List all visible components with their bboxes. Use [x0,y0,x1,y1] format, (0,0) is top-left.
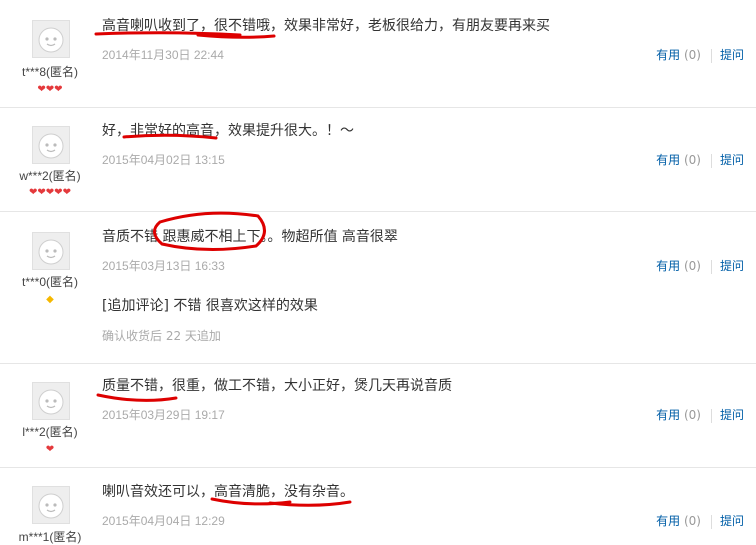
review-item: t***8(匿名) ❤❤❤ 高音喇叭收到了，很不错哦，效果非常好，老板很给力，有… [0,0,756,108]
avatar[interactable] [32,232,70,270]
review-actions: 有用 (0) 提问 [656,406,744,423]
review-text: 质量不错，很重，做工不错，大小正好，煲几天再说音质 [102,378,452,394]
review-date: 2014年11月30日 22:44 [102,48,224,62]
review-actions: 有用 (0) 提问 [656,257,744,274]
review-item: m***1(匿名) 喇叭音效还可以，高音清脆，没有杂音。 2015年04月04日… [0,468,756,545]
avatar[interactable] [32,382,70,420]
reply-button[interactable]: 提问 [720,408,744,422]
divider [710,514,712,529]
user-level-badge: ❤❤❤ [37,84,63,95]
reviewer-name: l***2(匿名) [22,425,78,439]
review-date: 2015年04月02日 13:15 [102,153,225,167]
avatar[interactable] [32,126,70,164]
useful-button[interactable]: 有用 (0) [656,514,701,528]
avatar[interactable] [32,486,70,524]
reply-button[interactable]: 提问 [720,514,744,528]
review-text: 喇叭音效还可以，高音清脆，没有杂音。 [102,484,354,500]
user-level-badge: ❤ [45,444,55,455]
divider [710,408,712,423]
default-avatar-icon [38,493,64,519]
useful-button[interactable]: 有用 (0) [656,153,701,167]
default-avatar-icon [38,239,64,265]
default-avatar-icon [38,133,64,159]
useful-button[interactable]: 有用 (0) [656,259,701,273]
useful-button[interactable]: 有用 (0) [656,48,701,62]
default-avatar-icon [38,389,64,415]
review-actions: 有用 (0) 提问 [656,46,744,63]
default-avatar-icon [38,27,64,53]
review-date: 2015年03月13日 16:33 [102,259,225,273]
review-text: 好，非常好的高音，效果提升很大。！～ [102,123,354,139]
reviewer-name: w***2(匿名) [19,169,81,183]
review-actions: 有用 (0) 提问 [656,512,744,529]
divider [710,48,712,63]
followup-text: [追加评论] 不错 很喜欢这样的效果 [102,298,318,314]
divider [710,259,712,274]
avatar[interactable] [32,20,70,58]
user-level-badge: ❤❤❤❤❤ [29,187,71,198]
review-actions: 有用 (0) 提问 [656,151,744,168]
reviewer-name: t***8(匿名) [21,65,78,79]
reviewer-name: t***0(匿名) [21,275,78,289]
review-date: 2015年03月29日 19:17 [102,408,225,422]
review-item: w***2(匿名) ❤❤❤❤❤ 好，非常好的高音，效果提升很大。！～ 2015年… [0,108,756,212]
review-item: t***0(匿名) ◆ 音质不错 跟惠威不相上下。。物超所值 高音很翠 2015… [0,212,756,364]
useful-button[interactable]: 有用 (0) [656,408,701,422]
user-level-badge: ◆ [46,294,54,305]
reply-button[interactable]: 提问 [720,48,744,62]
divider [710,153,712,168]
reviewer-name: m***1(匿名) [18,530,82,544]
review-item: l***2(匿名) ❤ 质量不错，很重，做工不错，大小正好，煲几天再说音质 20… [0,364,756,468]
reply-button[interactable]: 提问 [720,259,744,273]
followup-note: 确认收货后 22 天追加 [102,329,221,343]
reply-button[interactable]: 提问 [720,153,744,167]
review-date: 2015年04月04日 12:29 [102,514,225,528]
review-text: 音质不错 跟惠威不相上下。。物超所值 高音很翠 [102,229,398,245]
review-text: 高音喇叭收到了，很不错哦，效果非常好，老板很给力，有朋友要再来买 [102,18,550,34]
